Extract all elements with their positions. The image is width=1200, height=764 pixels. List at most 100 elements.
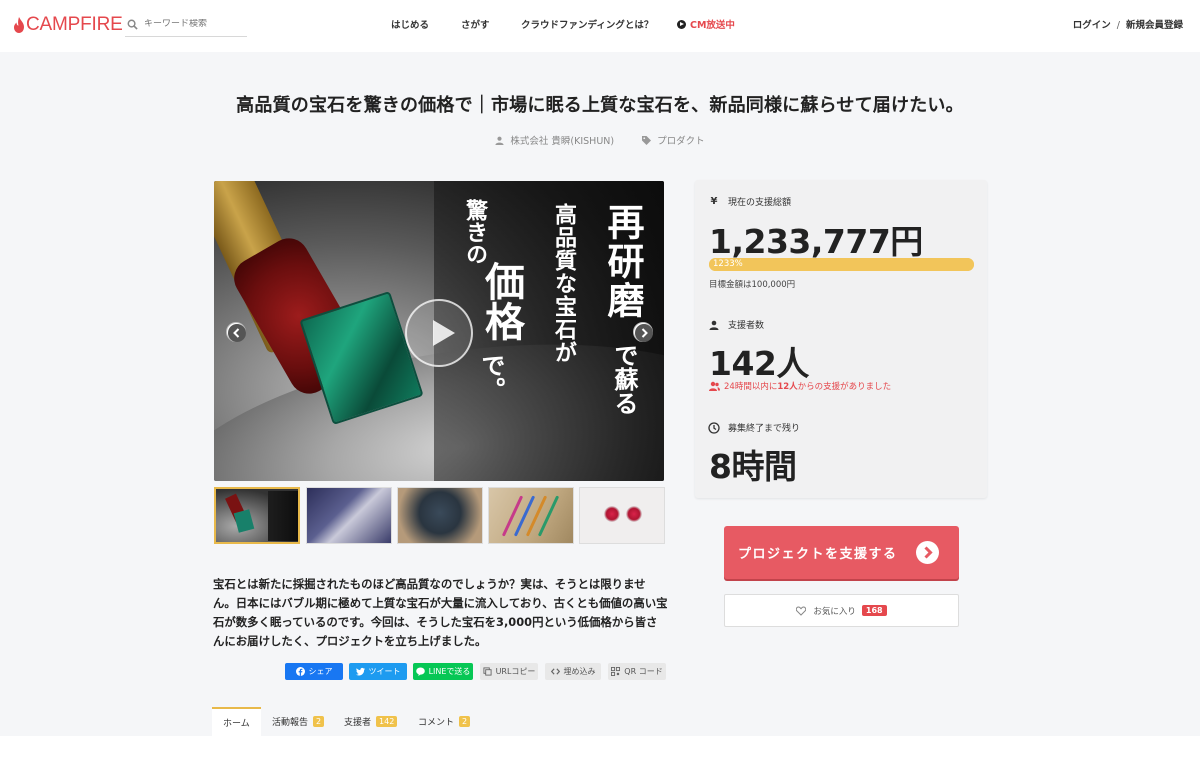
- owner-name: 株式会社 貴瞬(KISHUN): [510, 136, 615, 147]
- favorite-count: 168: [861, 605, 887, 616]
- line-share-label: LINEで送る: [428, 667, 471, 676]
- logo-text: CAMPFIRE: [26, 14, 123, 35]
- recent-backers-note: 24時間以内に 12人 からの支援がありました: [709, 380, 891, 392]
- twitter-icon: [355, 667, 365, 676]
- thumbnail-strip: [214, 487, 665, 544]
- tab-comments-label: コメント: [418, 718, 455, 728]
- nav-cm[interactable]: CM放送中: [677, 17, 735, 31]
- nav-search[interactable]: さがす: [461, 17, 490, 31]
- nav-about-crowdfunding[interactable]: クラウドファンディングとは？: [521, 17, 653, 31]
- auth-links: ログイン / 新規会員登録: [1073, 17, 1183, 31]
- tab-comments[interactable]: コメント 2: [407, 707, 481, 736]
- favorite-label: お気に入り: [813, 606, 856, 617]
- favorite-button[interactable]: お気に入り 168: [724, 594, 959, 627]
- thumb-earring: [626, 506, 642, 522]
- thumbnail-2[interactable]: [306, 487, 392, 544]
- hero-text-surprising: 驚きの: [462, 199, 488, 265]
- funding-stats-panel: ¥ 現在の支援総額 1,233,777円 1233% 目標金額は100,000円…: [695, 180, 987, 498]
- chevron-right-icon: [635, 324, 653, 342]
- copy-icon: [483, 667, 492, 676]
- line-share-button[interactable]: LINEで送る: [413, 663, 473, 680]
- project-meta: 株式会社 貴瞬(KISHUN) プロダクト: [0, 133, 1200, 147]
- total-amount: 1,233,777円: [709, 222, 923, 261]
- twitter-share-label: ツイート: [368, 667, 401, 676]
- search-input[interactable]: [144, 19, 244, 29]
- remaining-label-row: 募集終了まで残り: [708, 421, 800, 434]
- progress-bar: 1233%: [709, 258, 974, 271]
- embed-button[interactable]: 埋め込み: [545, 663, 601, 680]
- thumb-pen: [501, 495, 524, 537]
- line-icon: [415, 667, 425, 676]
- thumbnail-4[interactable]: [488, 487, 574, 544]
- tab-backers-badge: 142: [376, 716, 398, 727]
- backers-label: 支援者数: [728, 321, 765, 331]
- thumbnail-5[interactable]: [579, 487, 665, 544]
- qr-code-button[interactable]: QR コード: [608, 663, 666, 680]
- hero-text-rebrush: 再研磨: [601, 203, 645, 320]
- nav-cm-label: CM放送中: [690, 20, 735, 31]
- thumbnail-1[interactable]: [214, 487, 300, 544]
- support-project-label: プロジェクトを支援する: [738, 547, 898, 562]
- tab-backers-label: 支援者: [344, 718, 372, 728]
- site-header: CAMPFIRE はじめる さがす クラウドファンディングとは？ CM放送中 ロ…: [0, 0, 1200, 52]
- thumb-text-panel: [268, 491, 298, 541]
- qr-label: QR コード: [624, 667, 663, 676]
- yen-icon: ¥: [710, 196, 718, 207]
- total-label-row: ¥ 現在の支援総額: [708, 195, 792, 208]
- users-icon: [709, 381, 720, 391]
- prev-image-button[interactable]: [226, 322, 246, 342]
- login-link[interactable]: ログイン: [1073, 20, 1111, 31]
- tab-activity-label: 活動報告: [272, 718, 309, 728]
- next-image-button[interactable]: [633, 322, 653, 342]
- progress-fill: [709, 258, 974, 271]
- url-copy-label: URLコピー: [495, 667, 536, 676]
- search-box[interactable]: [125, 12, 247, 37]
- project-description: 宝石とは新たに採掘されたものほど高品質なのでしょうか？実は、そうとは限りません。…: [213, 577, 668, 648]
- play-icon: [677, 19, 686, 29]
- progress-percent: 1233%: [713, 259, 743, 269]
- hero-text-de: で。: [477, 353, 506, 401]
- nav-start[interactable]: はじめる: [391, 17, 429, 31]
- chevron-left-icon: [228, 324, 246, 342]
- facebook-share-label: シェア: [308, 667, 333, 676]
- heart-icon: [796, 605, 807, 616]
- tab-strip: [0, 707, 1200, 736]
- remaining-time: 8時間: [709, 447, 797, 486]
- flame-icon: [14, 17, 24, 33]
- tab-activity[interactable]: 活動報告 2: [261, 707, 335, 736]
- arrow-right-circle-icon: [916, 541, 939, 564]
- twitter-share-button[interactable]: ツイート: [349, 663, 407, 680]
- thumb-gem: [233, 509, 255, 533]
- user-icon: [495, 136, 504, 145]
- clock-icon: [708, 421, 720, 434]
- code-icon: [550, 668, 560, 675]
- tab-backers[interactable]: 支援者 142: [333, 707, 408, 736]
- campfire-logo[interactable]: CAMPFIRE: [14, 13, 123, 37]
- thumb-earring: [604, 506, 620, 522]
- tag-icon: [642, 135, 652, 145]
- category-name: プロダクト: [657, 136, 705, 147]
- recent-suffix: からの支援がありました: [797, 382, 892, 392]
- main-project-image[interactable]: 再研磨 で蘇る 高品質な宝石が 驚きの 価格 で。: [214, 181, 664, 481]
- video-play-button[interactable]: [405, 299, 473, 367]
- tab-comments-badge: 2: [459, 716, 471, 727]
- hero-text-quality: 高品質な宝石が: [551, 203, 577, 364]
- support-project-button[interactable]: プロジェクトを支援する: [724, 526, 959, 579]
- recent-prefix: 24時間以内に: [724, 382, 778, 392]
- thumbnail-3[interactable]: [397, 487, 483, 544]
- embed-label: 埋め込み: [563, 667, 596, 676]
- qr-icon: [611, 667, 621, 676]
- owner-link[interactable]: 株式会社 貴瞬(KISHUN): [495, 133, 614, 147]
- hero-text-revive: で蘇る: [610, 343, 639, 415]
- total-label: 現在の支援総額: [728, 198, 792, 208]
- backers-label-row: 支援者数: [708, 318, 764, 331]
- url-copy-button[interactable]: URLコピー: [480, 663, 538, 680]
- goal-amount: 目標金額は100,000円: [709, 280, 796, 290]
- tab-home-label: ホーム: [223, 719, 250, 729]
- tab-home[interactable]: ホーム: [212, 707, 261, 736]
- auth-separator: /: [1116, 20, 1120, 31]
- category-link[interactable]: プロダクト: [642, 133, 705, 147]
- facebook-share-button[interactable]: シェア: [285, 663, 343, 680]
- recent-count: 12人: [777, 382, 798, 392]
- register-link[interactable]: 新規会員登録: [1126, 20, 1183, 31]
